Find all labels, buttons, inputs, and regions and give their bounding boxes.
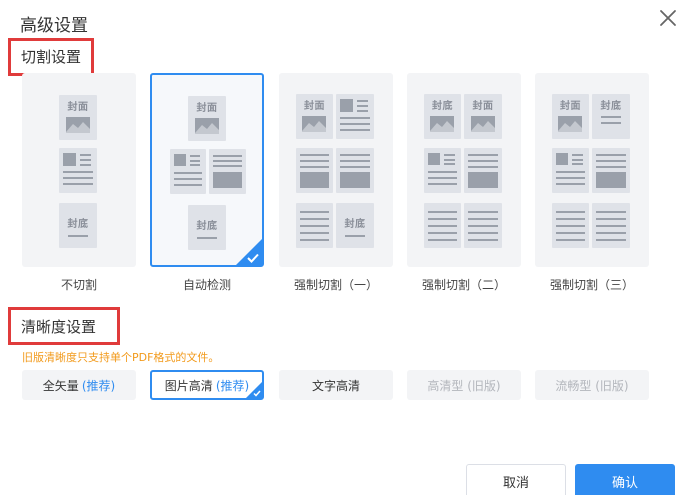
text-lines-icon	[596, 211, 626, 241]
text-lines-icon	[596, 154, 626, 188]
back-page: 封底	[336, 203, 374, 248]
clarity-note: 旧版清晰度只支持单个PDF格式的文件。	[22, 351, 220, 364]
cut-option-none[interactable]: 封面 封底	[22, 73, 136, 267]
cover-page: 封面	[464, 94, 502, 139]
image-icon	[471, 116, 495, 132]
recommend-tag: (推荐)	[215, 378, 250, 393]
text-layout-icon	[428, 153, 457, 185]
text-layout-icon	[174, 154, 202, 186]
image-icon	[195, 118, 219, 134]
back-page: 封底	[592, 94, 630, 139]
cut-option-force-1[interactable]: 封面 封底	[279, 73, 393, 267]
content-page	[424, 203, 461, 248]
cover-page: 封面	[59, 95, 97, 140]
content-page	[552, 148, 589, 193]
clarity-option-hd-legacy: 高清型 (旧版)	[407, 370, 521, 400]
text-lines-icon	[300, 211, 329, 241]
text-lines-icon	[556, 211, 585, 241]
clarity-section-title: 清晰度设置	[21, 318, 97, 336]
content-page	[296, 148, 333, 193]
cut-option-force-1-label: 强制切割（一）	[293, 278, 378, 292]
content-page	[464, 148, 502, 193]
content-page	[464, 203, 502, 248]
content-page	[59, 148, 97, 193]
content-page	[336, 148, 374, 193]
content-page	[552, 203, 589, 248]
back-page: 封底	[188, 205, 226, 250]
confirm-button[interactable]: 确认	[575, 464, 675, 495]
cover-page: 封面	[188, 96, 226, 141]
cover-page: 封面	[296, 94, 333, 139]
text-image-icon	[213, 155, 242, 188]
cut-option-auto-label: 自动检测	[182, 278, 231, 292]
content-page	[592, 203, 630, 248]
cancel-button[interactable]: 取消	[466, 464, 566, 495]
clarity-option-text-hd[interactable]: 文字高清	[279, 370, 393, 400]
image-icon	[430, 116, 454, 132]
back-page: 封底	[424, 94, 461, 139]
image-icon	[302, 116, 326, 132]
content-page	[592, 148, 630, 193]
content-page-left	[170, 149, 206, 194]
clarity-option-smooth-legacy: 流畅型 (旧版)	[535, 370, 649, 400]
back-page: 封底	[59, 203, 97, 248]
text-lines-icon	[340, 154, 370, 188]
text-lines-icon	[300, 154, 329, 188]
text-lines-icon	[468, 154, 498, 188]
checkmark-icon	[247, 253, 259, 263]
text-layout-icon	[63, 153, 93, 185]
cut-option-none-label: 不切割	[60, 278, 97, 292]
cut-option-force-3[interactable]: 封面 封底	[535, 73, 649, 267]
cut-section-title: 切割设置	[21, 48, 82, 66]
image-icon	[66, 117, 90, 133]
content-page	[296, 203, 333, 248]
cut-option-force-3-label: 强制切割（三）	[549, 278, 634, 292]
content-page-right	[209, 149, 246, 194]
text-lines-icon	[428, 211, 457, 241]
cover-page: 封面	[552, 94, 589, 139]
text-lines-icon	[468, 211, 498, 241]
close-button[interactable]	[656, 6, 680, 30]
clarity-option-vector[interactable]: 全矢量 (推荐)	[22, 370, 136, 400]
text-layout-icon	[340, 99, 370, 131]
text-layout-icon	[556, 153, 585, 185]
dialog-title: 高级设置	[20, 16, 88, 36]
content-page	[336, 94, 374, 139]
image-icon	[558, 116, 582, 132]
content-page	[424, 148, 461, 193]
clarity-option-image-hd[interactable]: 图片高清 (推荐)	[150, 370, 264, 400]
recommend-tag: (推荐)	[81, 378, 116, 393]
cut-option-force-2-label: 强制切割（二）	[421, 278, 506, 292]
cut-option-auto[interactable]: 封面 封底	[150, 73, 264, 267]
close-icon	[660, 10, 676, 26]
checkmark-icon	[253, 390, 261, 397]
cut-option-force-2[interactable]: 封底 封面	[407, 73, 521, 267]
